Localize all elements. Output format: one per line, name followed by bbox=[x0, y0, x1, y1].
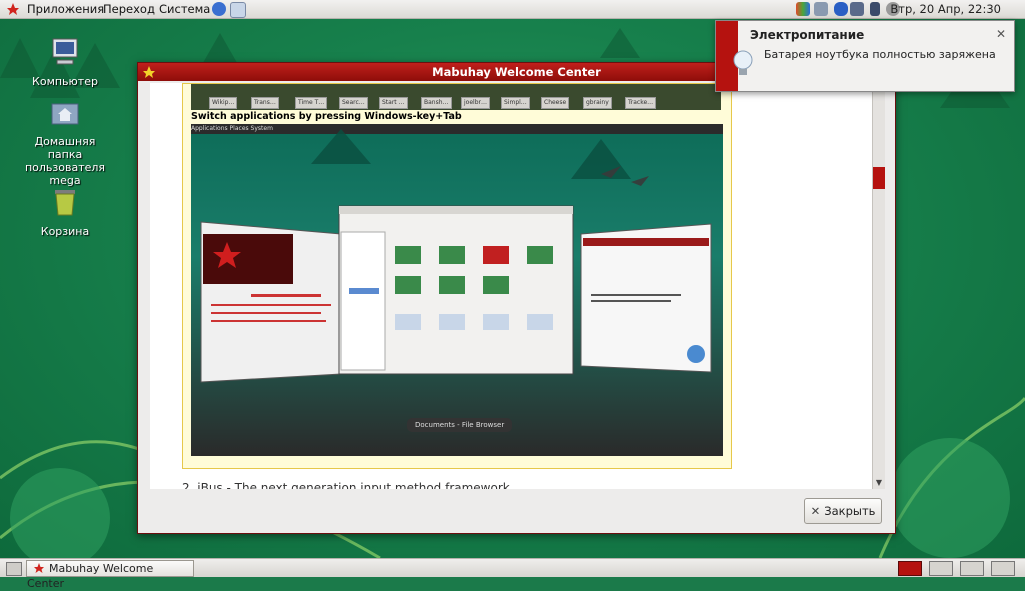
window-logo-icon bbox=[143, 66, 155, 78]
network-icon[interactable] bbox=[814, 2, 828, 16]
updates-icon[interactable] bbox=[796, 2, 810, 16]
bottom-panel: Mabuhay Welcome Center bbox=[0, 558, 1025, 590]
desktop-icon-trash[interactable]: Корзина bbox=[20, 186, 110, 238]
taskbar-item-welcome[interactable]: Mabuhay Welcome Center bbox=[26, 560, 194, 590]
browser-launcher-icon[interactable] bbox=[212, 2, 226, 16]
close-button-label: Закрыть bbox=[824, 504, 876, 518]
close-icon: ✕ bbox=[810, 504, 821, 518]
window-title: Mabuhay Welcome Center bbox=[432, 65, 601, 79]
welcome-window: Mabuhay Welcome Center Wikip… Trans… Tim… bbox=[137, 62, 896, 534]
screenshot-tooltip: Documents - File Browser bbox=[407, 418, 513, 432]
battery-icon[interactable] bbox=[870, 2, 880, 16]
home-folder-icon bbox=[51, 103, 79, 125]
content-area[interactable]: Wikip… Trans… Time T… Searc… Start … Ban… bbox=[150, 83, 872, 489]
scroll-down-icon[interactable]: ▼ bbox=[873, 477, 885, 489]
taskbar-preview-strip: Wikip… Trans… Time T… Searc… Start … Ban… bbox=[191, 84, 721, 110]
distro-logo-icon[interactable] bbox=[6, 2, 20, 16]
close-button[interactable]: ✕ Закрыть bbox=[804, 498, 882, 524]
power-notification[interactable]: Электропитание Батарея ноутбука полность… bbox=[715, 20, 1015, 92]
trash-icon bbox=[55, 190, 75, 216]
menu-applications[interactable]: Приложения bbox=[27, 0, 104, 18]
task-app-icon bbox=[34, 563, 44, 573]
next-item-heading: 2. iBus - The next generation input meth… bbox=[182, 481, 510, 489]
mail-launcher-icon[interactable] bbox=[230, 2, 246, 18]
menu-system[interactable]: Система bbox=[159, 0, 210, 18]
content-scrollbar[interactable]: ▲ ▼ bbox=[872, 83, 885, 489]
desktop-icon-home[interactable]: Домашняя папка пользователя mega bbox=[20, 96, 110, 187]
lightbulb-icon bbox=[733, 50, 753, 75]
screenshot-caption: Switch applications by pressing Windows-… bbox=[191, 111, 462, 122]
notification-title: Электропитание bbox=[750, 28, 865, 42]
desktop-icon-label: Домашняя папка пользователя mega bbox=[24, 135, 106, 187]
task-label: Mabuhay Welcome Center bbox=[27, 562, 154, 590]
notification-body: Батарея ноутбука полностью заряжена bbox=[764, 48, 996, 61]
screenshot-frame: Wikip… Trans… Time T… Searc… Start … Ban… bbox=[182, 83, 732, 469]
desktop-icon-computer[interactable]: Компьютер bbox=[20, 36, 110, 88]
notification-close-icon[interactable]: ✕ bbox=[996, 27, 1006, 41]
display-icon[interactable] bbox=[850, 2, 864, 16]
bluetooth-icon[interactable] bbox=[834, 2, 848, 16]
desktop-icon-label: Компьютер bbox=[32, 75, 98, 88]
workspace-2[interactable] bbox=[929, 561, 953, 576]
workspace-4[interactable] bbox=[991, 561, 1015, 576]
workspace-1[interactable] bbox=[898, 561, 922, 576]
scroll-thumb[interactable] bbox=[873, 167, 885, 189]
show-desktop-icon[interactable] bbox=[6, 562, 22, 576]
computer-icon bbox=[52, 38, 78, 65]
desktop-icon-label: Корзина bbox=[40, 225, 90, 238]
menu-places[interactable]: Переход bbox=[103, 0, 155, 18]
clock[interactable]: Втр, 20 Апр, 22:30 bbox=[890, 0, 1001, 18]
workspace-3[interactable] bbox=[960, 561, 984, 576]
top-panel: Приложения Переход Система Втр, 20 Апр, … bbox=[0, 0, 1025, 19]
screenshot-image: Applications Places System Documents - F… bbox=[191, 124, 723, 456]
